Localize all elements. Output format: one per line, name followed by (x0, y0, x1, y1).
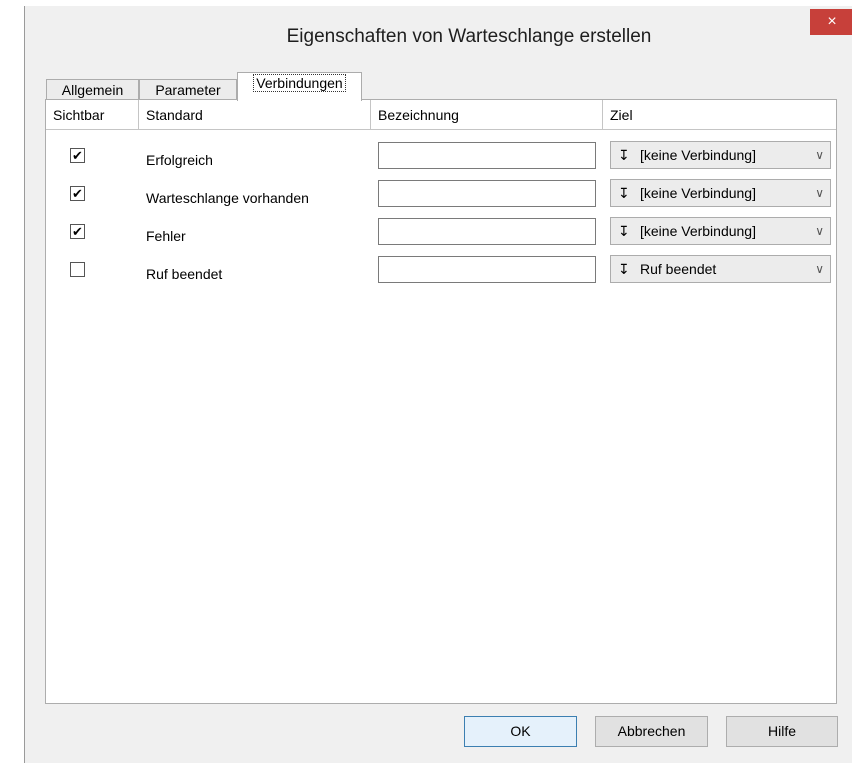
chevron-down-icon: ∨ (815, 186, 824, 200)
connection-target-icon: ↧ (618, 261, 630, 277)
bezeichnung-input[interactable] (378, 142, 596, 169)
table-row: ✔ Warteschlange vorhanden ↧ [keine Verbi… (46, 176, 836, 213)
ok-button[interactable]: OK (464, 716, 577, 747)
close-button[interactable]: × (810, 9, 852, 35)
connection-target-icon: ↧ (618, 147, 630, 163)
ziel-value: [keine Verbindung] (640, 185, 756, 201)
bezeichnung-input[interactable] (378, 180, 596, 207)
standard-label: Erfolgreich (146, 152, 213, 168)
chevron-down-icon: ∨ (815, 148, 824, 162)
standard-label: Fehler (146, 228, 186, 244)
connection-target-icon: ↧ (618, 223, 630, 239)
help-button[interactable]: Hilfe (726, 716, 838, 747)
table-row: Ruf beendet ↧ Ruf beendet ∨ (46, 252, 836, 289)
connection-target-icon: ↧ (618, 185, 630, 201)
ziel-dropdown[interactable]: ↧ [keine Verbindung] ∨ (610, 141, 831, 169)
dialog-title: Eigenschaften von Warteschlange erstelle… (286, 26, 652, 47)
ziel-dropdown[interactable]: ↧ [keine Verbindung] ∨ (610, 217, 831, 245)
cancel-button[interactable]: Abbrechen (595, 716, 708, 747)
ziel-dropdown[interactable]: ↧ [keine Verbindung] ∨ (610, 179, 831, 207)
column-header-bezeichnung[interactable]: Bezeichnung (371, 100, 603, 129)
chevron-down-icon: ∨ (815, 262, 824, 276)
tab-verbindungen[interactable]: Verbindungen (237, 72, 362, 101)
tab-parameter[interactable]: Parameter (139, 79, 237, 100)
column-header-ziel[interactable]: Ziel (603, 100, 836, 129)
close-icon: × (827, 13, 837, 30)
standard-label: Warteschlange vorhanden (146, 190, 309, 206)
tab-label: Verbindungen (253, 74, 346, 92)
table-row: ✔ Erfolgreich ↧ [keine Verbindung] ∨ (46, 138, 836, 175)
title-bar: Eigenschaften von Warteschlange erstelle… (25, 6, 852, 62)
chevron-down-icon: ∨ (815, 224, 824, 238)
ziel-dropdown[interactable]: ↧ Ruf beendet ∨ (610, 255, 831, 283)
standard-label: Ruf beendet (146, 266, 223, 282)
visible-checkbox[interactable]: ✔ (70, 224, 85, 239)
dialog-window: Eigenschaften von Warteschlange erstelle… (24, 6, 852, 763)
tab-label: Allgemein (61, 82, 124, 98)
bezeichnung-input[interactable] (378, 256, 596, 283)
column-header-sichtbar[interactable]: Sichtbar (46, 100, 139, 129)
bezeichnung-input[interactable] (378, 218, 596, 245)
ziel-value: [keine Verbindung] (640, 147, 756, 163)
tab-allgemein[interactable]: Allgemein (46, 79, 139, 100)
table-header: Sichtbar Standard Bezeichnung Ziel (46, 100, 836, 130)
tab-label: Parameter (155, 82, 221, 98)
visible-checkbox[interactable]: ✔ (70, 186, 85, 201)
ziel-value: [keine Verbindung] (640, 223, 756, 239)
visible-checkbox[interactable] (70, 262, 85, 277)
visible-checkbox[interactable]: ✔ (70, 148, 85, 163)
ziel-value: Ruf beendet (640, 261, 717, 277)
table-row: ✔ Fehler ↧ [keine Verbindung] ∨ (46, 214, 836, 251)
column-header-standard[interactable]: Standard (139, 100, 371, 129)
connections-panel: Sichtbar Standard Bezeichnung Ziel ✔ Erf… (45, 99, 837, 704)
